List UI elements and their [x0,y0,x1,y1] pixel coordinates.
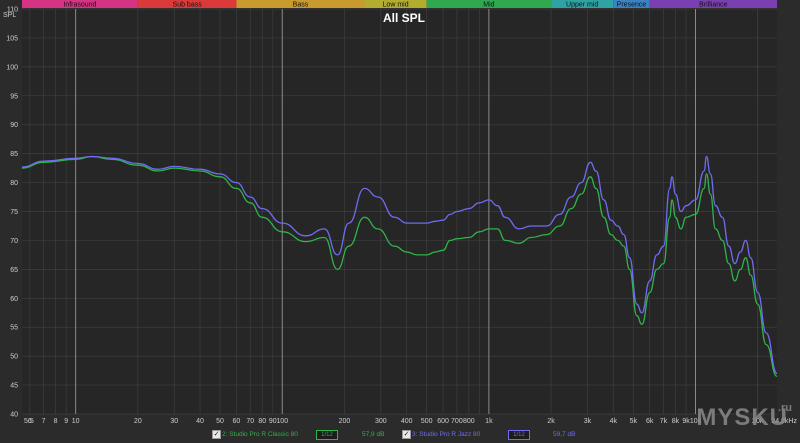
band-label-7: Brilliance [699,1,728,8]
y-tick-label: 45 [10,383,18,390]
chart-title: All SPL [383,11,425,25]
y-tick-label: 40 [10,412,18,419]
series-1-value: 57,9 dB [362,431,385,438]
watermark-suffix: .ru [777,402,792,414]
x-tick-label: 6k [646,418,654,425]
x-tick-label: 2k [547,418,555,425]
watermark-logo: MYSKU [696,404,788,431]
y-tick-label: 90 [10,122,18,129]
band-label-0: Infrasound [63,1,96,8]
series-1-name: 2: Studio Pro R Classic 80 [222,431,298,438]
band-label-4: Mid [483,1,494,8]
x-tick-label: 800 [463,418,475,425]
band-label-5: Upper mid [566,1,598,8]
x-tick-label: 4k [610,418,618,425]
x-tick-label: 10 [72,418,80,425]
x-tick-label: 5k [630,418,638,425]
y-tick-label: 100 [6,64,18,71]
band-label-3: Low mid [383,1,409,8]
x-tick-label: 60 [233,418,241,425]
series-2-smoothing[interactable]: 1/12 [508,430,530,440]
y-axis-label: SPL [3,12,16,19]
band-label-1: Sub bass [173,1,203,8]
y-tick-label: 60 [10,296,18,303]
y-tick-label: 75 [10,209,18,216]
y-tick-label: 65 [10,267,18,274]
y-tick-label: 70 [10,238,18,245]
series-2-name: 3: Studio Pro R Jazz 80 [412,431,481,438]
y-tick-label: 50 [10,354,18,361]
y-tick-label: 95 [10,93,18,100]
x-tick-label: 1k [485,418,493,425]
legend: ✓ 2: Studio Pro R Classic 80 1/12 57,9 d… [0,428,800,443]
x-tick-label: 20 [134,418,142,425]
x-tick-label: 100 [276,418,288,425]
spl-chart: Infrasound Sub bass Bass Low mid Mid Upper mi… [0,0,800,443]
x-tick-label: 8k [672,418,680,425]
y-tick-label: 85 [10,151,18,158]
x-tick-label: 6 [28,418,32,425]
x-tick-label: 500 [421,418,433,425]
x-tick-label: 8 [54,418,58,425]
band-label-2: Bass [293,1,309,8]
y-tick-label: 105 [6,35,18,42]
x-tick-label: 80 [258,418,266,425]
series-1-checkbox[interactable]: ✓ [212,430,221,439]
series-2-value: 59,7 dB [553,431,576,438]
x-tick-label: 7 [42,418,46,425]
x-tick-label: 40 [196,418,204,425]
x-tick-label: 400 [401,418,413,425]
band-label-6: Presence [617,1,647,8]
series-1-smoothing[interactable]: 1/12 [316,430,338,440]
x-tick-label: 200 [339,418,351,425]
series-2-checkbox[interactable]: ✓ [402,430,411,439]
x-tick-label: 70 [246,418,254,425]
x-tick-label: 30 [170,418,178,425]
x-tick-label: 50 [216,418,224,425]
x-tick-label: 700 [451,418,463,425]
y-tick-label: 55 [10,325,18,332]
y-tick-label: 80 [10,180,18,187]
x-tick-label: 9 [64,418,68,425]
x-tick-label: 300 [375,418,387,425]
x-tick-label: 3k [584,418,592,425]
x-tick-label: 7k [660,418,668,425]
x-tick-label: 600 [437,418,449,425]
